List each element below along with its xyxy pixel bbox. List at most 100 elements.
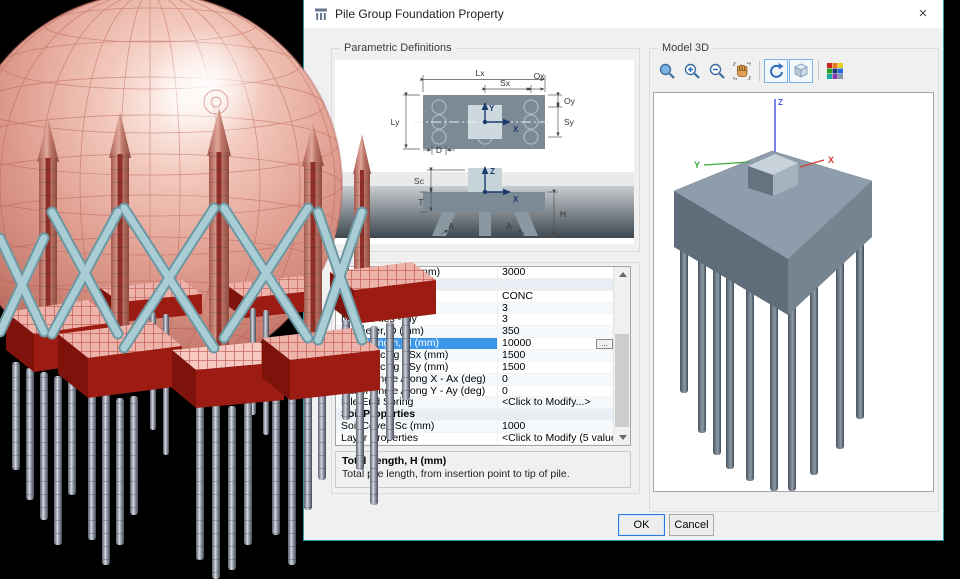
cancel-button[interactable]: Cancel (669, 514, 714, 536)
dim-label-d: D (436, 145, 442, 155)
grid-row[interactable]: Total Length, H (mm)10000... (336, 338, 630, 350)
pile-group-dialog: Pile Group Foundation Property × Paramet… (303, 0, 944, 541)
grid-row-value: 3000 (498, 267, 630, 278)
grid-row[interactable]: No. of Piles - Ny3 (336, 314, 630, 326)
zoom-in-button[interactable] (680, 59, 704, 83)
grid-row-value: CONC (498, 291, 630, 302)
grid-row-value: 0 (498, 386, 630, 397)
dim-label-sy: Sy (564, 117, 575, 127)
grid-row-name: Soil Cover, Sc (mm) (336, 421, 498, 432)
zoom-fit-button[interactable] (655, 59, 679, 83)
render-palette-button[interactable] (823, 59, 847, 83)
dim-label-sc: Sc (414, 176, 425, 186)
grid-row-value: 1500 (498, 350, 630, 361)
close-button[interactable]: × (909, 3, 937, 24)
model-3d-toolbar (655, 58, 848, 84)
grid-row[interactable]: Pile End Spring<Click to Modify...> (336, 397, 630, 409)
parametric-diagram: Y X Lx Sx Ox Ly Oy S (335, 60, 634, 244)
axis-3d-z-label: Z (778, 98, 783, 107)
grid-row-value: 0 (498, 374, 630, 385)
grid-row-value: <Click to Modify...> (498, 397, 630, 408)
grid-row-name: Material (336, 291, 498, 302)
grid-row-name: Soil Properties (336, 409, 498, 420)
grid-row-value: 3 (498, 303, 630, 314)
grid-row[interactable]: Batter Angle Along Y - Ay (deg)0 (336, 386, 630, 398)
dim-label-a2: A (506, 222, 512, 231)
grid-row-name: Pile Spacing - Sx (mm) (336, 350, 498, 361)
grid-row-name: No. of Piles - Ny (336, 314, 498, 325)
dim-label-h: H (560, 209, 566, 219)
dim-label-t: T (418, 197, 423, 207)
grid-row-value: <Click to Modify (5 values)> (498, 433, 630, 444)
grid-row[interactable]: Pile Spacing - Sy (mm)1500 (336, 362, 630, 374)
axis-label-plan-x: X (513, 125, 519, 134)
grid-row[interactable]: Pile Group (336, 279, 630, 291)
dialog-icon (314, 7, 328, 21)
dim-label-ly: Ly (391, 117, 400, 127)
grid-row[interactable]: MaterialCONC (336, 291, 630, 303)
parametric-definitions-group: Parametric Definitions (331, 48, 640, 252)
dim-label-lx: Lx (476, 68, 486, 78)
dialog-titlebar[interactable]: Pile Group Foundation Property × (304, 0, 943, 28)
grid-row-value: 350 (498, 326, 630, 337)
grid-row-name: Batter Angle Along Y - Ay (deg) (336, 386, 498, 397)
description-text: Total pile length, from insertion point … (342, 468, 624, 480)
grid-row-name: No. of Piles - Nx (336, 303, 498, 314)
grid-row-value (498, 409, 630, 420)
scrollbar-up-button[interactable] (614, 267, 630, 282)
grid-row[interactable]: Diameter, D (mm)350 (336, 326, 630, 338)
render-palette-icon (826, 62, 844, 80)
axis-3d-y-label: Y (694, 160, 700, 170)
ellipsis-button[interactable]: ... (596, 339, 613, 350)
pan-hand-icon (733, 62, 751, 80)
grid-row-name: Max Mesh Size (mm) (336, 267, 498, 278)
grid-row[interactable]: Soil Properties (336, 409, 630, 421)
parametric-definitions-label: Parametric Definitions (340, 42, 456, 54)
grid-row-value: 1500 (498, 362, 630, 373)
toolbar-separator (818, 61, 819, 81)
dim-label-oy: Oy (564, 96, 576, 106)
iso-cube-icon (792, 62, 810, 80)
ok-button[interactable]: OK (618, 514, 665, 536)
grid-row-value: 3 (498, 314, 630, 325)
zoom-out-icon (708, 62, 726, 80)
axis-label-side-x: X (513, 195, 519, 204)
grid-row-name: Layer Properties (336, 433, 498, 444)
zoom-fit-icon (658, 62, 676, 80)
axis-label-z: Z (490, 167, 495, 176)
grid-row[interactable]: Soil Cover, Sc (mm)1000 (336, 421, 630, 433)
axis-3d-x-label: X (828, 155, 834, 165)
model-3d-label: Model 3D (658, 42, 713, 54)
property-description-box: Total Length, H (mm) Total pile length, … (335, 451, 631, 488)
grid-row-value (498, 279, 630, 290)
rotate-icon (767, 62, 785, 80)
grid-row[interactable]: Batter Angle Along X - Ax (deg)0 (336, 374, 630, 386)
dim-label-ox: Ox (534, 71, 546, 81)
grid-row[interactable]: Layer Properties<Click to Modify (5 valu… (336, 433, 630, 445)
dim-label-a1: A (448, 222, 454, 231)
pile-group-3d-render: Z Y X (654, 93, 933, 491)
grid-row[interactable]: Pile Spacing - Sx (mm)1500 (336, 350, 630, 362)
dialog-title: Pile Group Foundation Property (335, 7, 504, 21)
pan-button[interactable] (730, 59, 754, 83)
model-3d-viewport[interactable]: Z Y X (653, 92, 934, 492)
toolbar-separator (759, 61, 760, 81)
zoom-out-button[interactable] (705, 59, 729, 83)
rotate-button[interactable] (764, 59, 788, 83)
iso-view-button[interactable] (789, 59, 813, 83)
grid-row-name: Batter Angle Along X - Ax (deg) (336, 374, 498, 385)
description-title: Total Length, H (mm) (342, 455, 624, 467)
grid-row-name: Pile Spacing - Sy (mm) (336, 362, 498, 373)
scrollbar-down-button[interactable] (614, 430, 630, 445)
grid-scrollbar[interactable] (613, 267, 630, 445)
grid-row[interactable]: No. of Piles - Nx3 (336, 303, 630, 315)
grid-row-name: Diameter, D (mm) (336, 326, 498, 337)
grid-row-value: 1000 (498, 421, 630, 432)
scrollbar-thumb[interactable] (615, 334, 629, 427)
property-grid[interactable]: Max Mesh Size (mm)3000Pile GroupMaterial… (335, 266, 631, 446)
grid-row-name: Pile End Spring (336, 397, 498, 408)
zoom-in-icon (683, 62, 701, 80)
grid-row-name: Total Length, H (mm) (336, 338, 498, 349)
grid-row[interactable]: Max Mesh Size (mm)3000 (336, 267, 630, 279)
dim-label-sx: Sx (500, 78, 511, 88)
